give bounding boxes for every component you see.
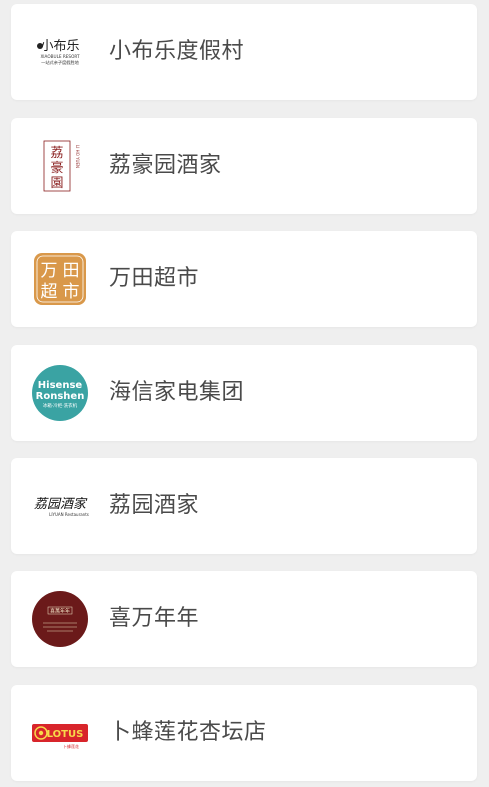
- merchant-name: 荔园酒家: [109, 493, 200, 518]
- logo-line3: 冰箱·冷柜·洗衣机: [43, 402, 78, 409]
- svg-text:超: 超: [41, 282, 58, 302]
- merchant-card[interactable]: Hisense Ronshen 冰箱·冷柜·洗衣机 海信家电集团: [11, 345, 477, 441]
- merchant-logo: Hisense Ronshen 冰箱·冷柜·洗衣机: [31, 364, 89, 422]
- merchant-logo: 荔 豪 園 LI HO YUEN: [31, 137, 89, 195]
- logo-sub1: XIAOBULE RESORT: [40, 54, 80, 59]
- merchant-card[interactable]: 小布乐 XIAOBULE RESORT 一站式亲子度假胜地 小布乐度假村: [11, 4, 477, 100]
- logo-text: LOTUS: [47, 729, 84, 740]
- merchant-logo: 喜萬年年: [31, 590, 89, 648]
- svg-text:田: 田: [63, 261, 80, 281]
- merchant-logo: 荔园酒家 LIYUAN Restaurants: [31, 477, 89, 535]
- merchant-name: 卜蜂莲花杏坛店: [109, 720, 267, 745]
- logo-title: 小布乐: [40, 39, 79, 54]
- svg-text:市: 市: [63, 282, 80, 302]
- merchant-card[interactable]: 荔 豪 園 LI HO YUEN 荔豪园酒家: [11, 118, 477, 214]
- merchant-name: 荔豪园酒家: [109, 153, 222, 178]
- merchant-name: 小布乐度假村: [109, 39, 245, 64]
- svg-text:園: 園: [50, 176, 63, 191]
- svg-text:荔: 荔: [50, 146, 63, 161]
- logo-line2: Ronshen: [36, 391, 85, 402]
- logo-side-text: LI HO YUEN: [75, 145, 80, 168]
- svg-text:万: 万: [41, 261, 58, 281]
- logo-sub: 卜蜂莲花: [63, 743, 79, 749]
- merchant-card[interactable]: 喜萬年年 喜万年年: [11, 571, 477, 667]
- merchant-card[interactable]: LOTUS 卜蜂莲花 卜蜂莲花杏坛店: [11, 685, 477, 781]
- svg-text:豪: 豪: [50, 160, 63, 176]
- logo-chars: 喜萬年年: [50, 608, 70, 615]
- merchant-logo: 万 田 超 市: [31, 250, 89, 308]
- merchant-card[interactable]: 万 田 超 市 万田超市: [11, 231, 477, 327]
- logo-chars: 荔园酒家: [34, 496, 88, 512]
- merchant-name: 万田超市: [109, 266, 200, 291]
- merchant-logo: LOTUS 卜蜂莲花: [31, 704, 89, 762]
- merchant-card[interactable]: 荔园酒家 LIYUAN Restaurants 荔园酒家: [11, 458, 477, 554]
- logo-line1: Hisense: [38, 380, 83, 391]
- merchant-logo: 小布乐 XIAOBULE RESORT 一站式亲子度假胜地: [31, 23, 89, 81]
- merchant-name: 海信家电集团: [109, 380, 245, 405]
- merchant-name: 喜万年年: [109, 606, 200, 631]
- logo-sub: LIYUAN Restaurants: [49, 512, 89, 517]
- logo-sub2: 一站式亲子度假胜地: [41, 59, 80, 66]
